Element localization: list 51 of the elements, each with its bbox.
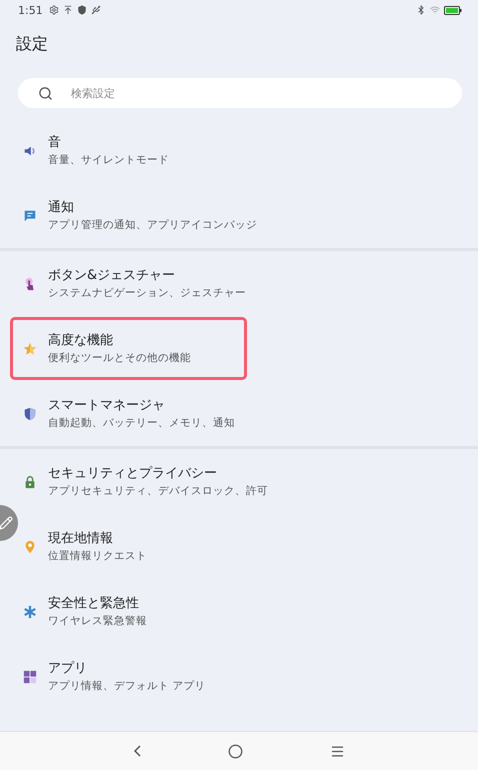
speaker-icon: [23, 144, 37, 158]
pencil-icon: [0, 516, 13, 530]
item-subtitle: 便利なツールとその他の機能: [48, 350, 191, 366]
item-subtitle: アプリセキュリティ、デバイスロック、許可: [48, 484, 268, 498]
item-title: 現在地情報: [48, 530, 114, 546]
status-time: 1:51: [18, 4, 43, 16]
upload-icon: [62, 5, 73, 15]
item-subtitle: 音量、サイレントモード: [48, 152, 169, 168]
back-icon: [134, 745, 140, 757]
item-subtitle: 自動起動、バッテリー、メモリ、通知: [48, 416, 235, 430]
search-field[interactable]: 検索設定: [18, 78, 462, 108]
message-icon: [23, 208, 37, 222]
asterisk-icon: [23, 604, 37, 618]
item-title: 音: [48, 134, 62, 150]
search-icon: [38, 86, 53, 100]
battery-icon: [444, 6, 462, 14]
bluetooth-icon: [416, 5, 426, 15]
settings-item[interactable]: アプリ アプリ情報、デフォルト アプリ: [0, 644, 478, 709]
lock-icon: [23, 474, 37, 488]
item-title: スマートマネージャ: [48, 396, 166, 414]
usb-icon: [90, 5, 101, 15]
settings-item[interactable]: 通知 アプリ管理の通知、アプリアイコンバッジ: [0, 183, 478, 248]
settings-icon: [48, 5, 59, 15]
settings-item[interactable]: 音 音量、サイレントモード: [0, 118, 478, 183]
item-title: ボタン&ジェスチャー: [48, 266, 176, 284]
location-pin-icon: [23, 540, 37, 554]
shield-icon: [76, 5, 87, 15]
item-subtitle: システムナビゲーション、ジェスチャー: [48, 286, 246, 300]
item-title: アプリ: [48, 660, 88, 676]
menu-icon: [330, 744, 344, 758]
settings-item[interactable]: ボタン&ジェスチャー システムナビゲーション、ジェスチャー: [0, 251, 478, 316]
item-subtitle: アプリ管理の通知、アプリアイコンバッジ: [48, 218, 257, 232]
search-input[interactable]: 検索設定: [69, 86, 442, 100]
page-title: 設定: [16, 33, 49, 55]
item-subtitle: 位置情報リクエスト: [48, 548, 147, 564]
star-icon: [23, 342, 37, 356]
item-title: 通知: [48, 198, 75, 216]
item-subtitle: アプリ情報、デフォルト アプリ: [48, 678, 206, 694]
settings-item[interactable]: 現在地情報 位置情報リクエスト: [0, 514, 478, 579]
circle-icon: [228, 744, 242, 758]
item-title: 高度な機能: [48, 332, 114, 348]
item-title: セキュリティとプライバシー: [48, 464, 218, 482]
wifi-icon: [430, 5, 440, 15]
shield-icon: [23, 406, 37, 420]
item-title: 安全性と緊急性: [48, 594, 140, 612]
settings-item[interactable]: セキュリティとプライバシー アプリセキュリティ、デバイスロック、許可: [0, 449, 478, 514]
settings-item[interactable]: 高度な機能 便利なツールとその他の機能: [0, 316, 478, 381]
settings-item[interactable]: 安全性と緊急性 ワイヤレス緊急警報: [0, 579, 478, 644]
apps-grid-icon: [23, 670, 37, 684]
item-subtitle: ワイヤレス緊急警報: [48, 614, 147, 628]
settings-item[interactable]: スマートマネージャ 自動起動、バッテリー、メモリ、通知: [0, 381, 478, 446]
